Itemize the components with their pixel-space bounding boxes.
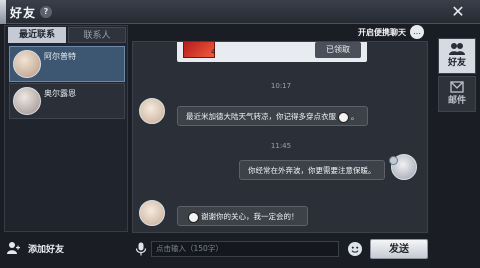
friend-name: 奥尔露恩 — [44, 89, 76, 98]
friend-item[interactable]: 奥尔露恩 — [9, 83, 125, 119]
message-text: 谢谢你的关心，我一定会的！ — [201, 212, 299, 221]
badge-icon — [389, 156, 398, 165]
message-bubble: 最近米加德大陆天气转凉，你记得多穿点衣服。 — [177, 106, 368, 126]
gift-count: 4 — [211, 48, 216, 56]
microphone-icon[interactable] — [135, 242, 147, 256]
friends-icon — [449, 43, 465, 55]
emoji-icon — [338, 111, 349, 123]
chat-bubble-icon[interactable]: … — [410, 25, 424, 39]
add-friend-icon — [7, 242, 20, 254]
time-stamp: 11:45 — [270, 142, 292, 150]
title-bar: 好友 ? ✕ — [0, 0, 480, 24]
side-tab-label: 好友 — [447, 58, 466, 68]
side-tab-label: 邮件 — [447, 96, 466, 106]
add-friend-button[interactable]: 添加好友 — [6, 240, 96, 256]
help-button[interactable]: ? — [40, 6, 52, 18]
mail-icon — [450, 81, 464, 93]
message-bubble: 你经常在外奔波，你更需要注意保暖。 — [239, 160, 385, 180]
send-button[interactable]: 发送 — [370, 239, 428, 259]
chat-input[interactable]: 点击输入（150字） — [151, 241, 339, 257]
time-stamp: 10:17 — [270, 82, 292, 90]
close-button[interactable]: ✕ — [450, 4, 466, 20]
message-bubble: 谢谢你的关心，我一定会的！ — [177, 206, 308, 226]
side-tab-friends[interactable]: 好友 — [438, 38, 476, 74]
avatar — [13, 87, 41, 115]
friend-name: 阿尔普特 — [44, 52, 76, 61]
gift-claimed-button[interactable]: 已领取 — [315, 42, 361, 58]
message-text: 你经常在外奔波，你更需要注意保暖。 — [248, 166, 376, 175]
message-text: 最近米加德大陆天气转凉，你记得多穿点衣服 — [186, 112, 336, 121]
avatar[interactable] — [139, 200, 165, 226]
window-title: 好友 — [10, 6, 37, 20]
gift-card: 4 已领取 — [177, 42, 367, 62]
side-tab-mail[interactable]: 邮件 — [438, 76, 476, 112]
friend-item[interactable]: 阿尔普特 — [9, 46, 125, 82]
list-tabs: 最近联系 联系人 — [8, 27, 126, 43]
chat-header: 开启便携聊天 … — [130, 25, 430, 39]
title-decoration — [0, 0, 6, 24]
tab-contacts[interactable]: 联系人 — [68, 27, 126, 43]
emoji-icon — [188, 211, 199, 223]
avatar[interactable] — [139, 98, 165, 124]
chat-area[interactable]: 4 已领取 10:17 最近米加德大陆天气转凉，你记得多穿点衣服。 11:45 … — [132, 41, 428, 233]
portable-chat-toggle[interactable]: 开启便携聊天 — [358, 27, 406, 38]
avatar — [13, 50, 41, 78]
emoji-picker-icon[interactable] — [348, 242, 362, 256]
tab-recent[interactable]: 最近联系 — [8, 27, 66, 43]
add-friend-label: 添加好友 — [28, 245, 65, 255]
friend-list-panel: 最近联系 联系人 阿尔普特 奥尔露恩 — [4, 25, 128, 232]
